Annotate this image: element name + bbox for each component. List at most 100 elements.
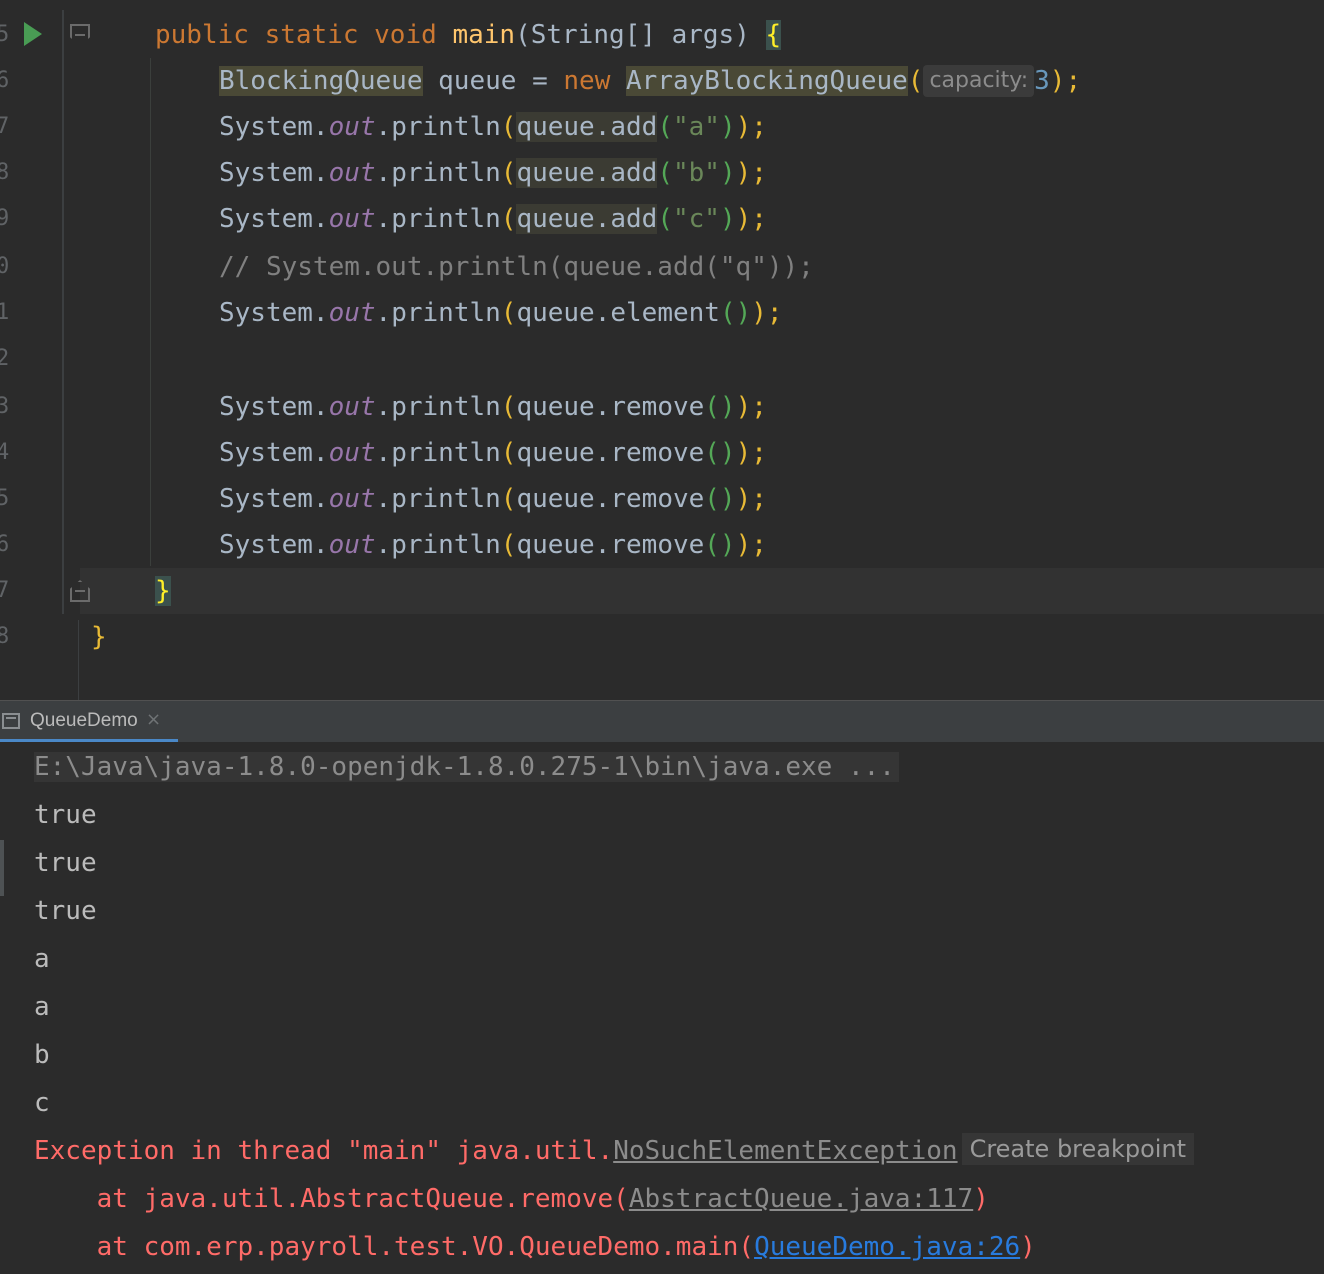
console-icon [2,713,20,729]
statement-end: ); [1049,66,1082,96]
method-call: .println [375,530,501,560]
exception-prefix: Exception in thread "main" java.util. [34,1136,614,1166]
method-call: .println [375,298,501,328]
console-output-line: c [34,1088,50,1118]
console-side-marker [0,866,4,896]
line-number: 4 [0,440,10,465]
paren: () [704,392,736,422]
close-icon[interactable]: × [146,709,161,730]
console-output-line: a [34,992,50,1022]
method-call: queue.remove [516,484,705,514]
line-number: 5 [0,22,10,47]
method-call: .println [375,204,501,234]
system-ref: System. [219,112,329,142]
paren: ( [657,158,673,188]
console-output-line: a [34,944,50,974]
statement-end: ); [735,112,767,142]
matched-brace: { [765,20,782,50]
line-number: 0 [0,254,10,279]
current-line-highlight [80,568,1324,614]
method-call: .println [375,112,501,142]
system-ref: System. [219,392,329,422]
method-call: queue.element [516,298,720,328]
string-literal: "a" [672,112,720,142]
tab-label: QueueDemo [30,710,138,731]
stack-frame-text: at com.erp.payroll.test.VO.QueueDemo.mai… [34,1232,755,1262]
tab-queuedemo[interactable]: QueueDemo × [0,701,178,743]
console-output-line: true [34,848,97,878]
gutter-separator [78,620,79,700]
statement-end: ); [735,438,767,468]
line-number: 6 [0,532,10,557]
indent-guide [150,58,151,566]
paren: ( [500,298,517,328]
class-name: ArrayBlockingQueue [626,66,908,96]
string-literal: "c" [672,204,720,234]
keyword: new [563,66,611,96]
code-line-remove: System.out.println(queue.remove()); [219,476,767,522]
run-console[interactable]: E:\Java\java-1.8.0-openjdk-1.8.0.275-1\b… [0,742,1324,1274]
stack-frame-suffix: ) [973,1184,989,1214]
method-call: queue.remove [516,438,705,468]
method-call-highlight: queue.add [516,158,658,188]
method-call-highlight: queue.add [516,112,658,142]
run-tool-window-header: QueueDemo × [0,700,1324,743]
line-number: 8 [0,624,10,649]
stack-frame-text: at java.util.AbstractQueue.remove( [34,1184,629,1214]
stack-frame-link[interactable]: AbstractQueue.java:117 [629,1184,973,1214]
java-command[interactable]: E:\Java\java-1.8.0-openjdk-1.8.0.275-1\b… [34,752,899,782]
method-call: .println [375,392,501,422]
static-field: out [328,484,376,514]
line-number: 7 [0,578,10,603]
exception-class-link[interactable]: NoSuchElementException [613,1136,957,1166]
variable: queue = [422,66,564,96]
system-ref: System. [219,438,329,468]
paren: ( [500,204,517,234]
code-line-remove: System.out.println(queue.remove()); [219,430,767,476]
create-breakpoint-button[interactable]: Create breakpoint [961,1133,1195,1165]
fold-collapse-icon[interactable] [70,24,90,46]
statement-end: ); [735,204,767,234]
number-literal: 3 [1034,66,1050,96]
line-number: 9 [0,206,10,231]
keyword: void [374,20,437,50]
console-command-line: E:\Java\java-1.8.0-openjdk-1.8.0.275-1\b… [34,743,899,791]
paren: () [704,438,736,468]
static-field: out [328,112,376,142]
stack-frame-link[interactable]: QueueDemo.java:26 [754,1232,1020,1262]
statement-end: ); [751,298,783,328]
code-line-close-class: } [91,622,107,652]
static-field: out [328,158,376,188]
console-output-line: true [34,896,97,926]
matched-brace: } [155,576,171,606]
console-output-line: b [34,1040,50,1070]
statement-end: ); [735,158,767,188]
method-call-highlight: queue.add [516,204,658,234]
keyword: public [155,20,249,50]
system-ref: System. [219,158,329,188]
method-name: main [452,20,516,50]
statement-end: ); [735,392,767,422]
paren: () [704,484,736,514]
parameter-hint: capacity: [923,65,1035,97]
paren: ) [719,112,736,142]
code-line-declaration: BlockingQueue queue = new ArrayBlockingQ… [219,58,1081,104]
method-call: .println [375,438,501,468]
code-line-main-signature: public static void main(String[] args) { [155,12,782,58]
code-line-add-a: System.out.println(queue.add("a")); [219,104,767,150]
paren: ) [719,204,736,234]
method-call: .println [375,484,501,514]
gutter-divider [62,10,64,614]
params: (String[] args) [515,20,750,50]
system-ref: System. [219,298,329,328]
stack-frame-line: at java.util.AbstractQueue.remove(Abstra… [34,1175,989,1223]
code-line-add-c: System.out.println(queue.add("c")); [219,196,767,242]
run-main-icon[interactable] [24,22,42,46]
paren: ( [907,66,924,96]
line-number: 8 [0,160,10,185]
method-call: queue.remove [516,530,705,560]
paren: ( [500,530,517,560]
code-editor[interactable]: 5 6 7 8 9 0 1 2 3 4 5 6 7 8 public stati… [0,0,1324,700]
system-ref: System. [219,204,329,234]
system-ref: System. [219,530,329,560]
